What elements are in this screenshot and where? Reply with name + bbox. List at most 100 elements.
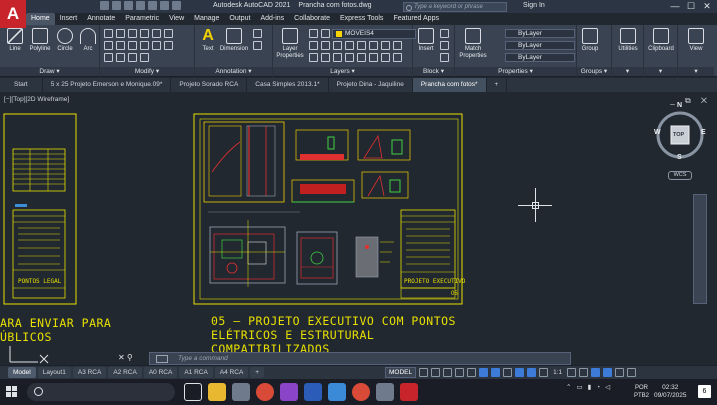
tab-output[interactable]: Output [224, 13, 255, 25]
doc-tab-sorado[interactable]: Projeto Sorado RCA [171, 78, 248, 92]
notification-center-button[interactable]: 6 [698, 385, 711, 398]
layer-freeze-icon[interactable] [321, 29, 330, 38]
tab-add-ins[interactable]: Add-ins [255, 13, 289, 25]
snap-icon[interactable] [431, 368, 441, 377]
media-icon[interactable] [280, 383, 298, 401]
tab-annotate[interactable]: Annotate [82, 13, 120, 25]
layer-unlock-icon[interactable] [309, 53, 318, 62]
layout-tab-layout1[interactable]: Layout1 [37, 367, 71, 378]
undo-icon[interactable] [160, 1, 169, 10]
save-as-icon[interactable] [136, 1, 145, 10]
minimize-button[interactable]: — [667, 0, 683, 13]
stretch-icon[interactable] [128, 41, 137, 50]
object-snap-tracking-icon[interactable] [479, 368, 489, 377]
layer-prev-icon[interactable] [357, 41, 366, 50]
viewcube-top[interactable]: TOP [673, 132, 684, 138]
print-icon[interactable] [148, 1, 157, 10]
dimension-button[interactable]: Dimension [219, 28, 249, 53]
modify-panel-label[interactable]: Modify ▾ [100, 67, 194, 76]
match-properties-button[interactable]: Match Properties [458, 28, 488, 60]
wcs-menu[interactable]: WCS [668, 171, 692, 180]
layer-on-icon[interactable] [309, 29, 318, 38]
color-dropdown[interactable]: ByLayer [505, 29, 575, 38]
plus-icon[interactable] [579, 368, 589, 377]
properties-panel-label[interactable]: Properties ▾ [455, 67, 576, 76]
line-button[interactable]: Line [4, 28, 26, 53]
layer-state-icon[interactable] [393, 41, 402, 50]
wifi-icon[interactable]: ◔ [596, 384, 600, 391]
add-layout-button[interactable]: + [250, 367, 265, 378]
file-explorer-icon[interactable] [208, 383, 226, 401]
lineweight-icon[interactable] [503, 368, 513, 377]
text-button[interactable]: A Text [197, 28, 219, 53]
block-panel-label[interactable]: Block ▾ [413, 67, 454, 76]
task-view-icon[interactable] [184, 383, 202, 401]
tab-view[interactable]: View [164, 13, 189, 25]
battery-icon[interactable]: ▮ [588, 383, 592, 391]
fillet-icon[interactable] [104, 41, 113, 50]
linetype-dropdown[interactable]: ByLayer [505, 41, 575, 50]
layer-settings-icon[interactable] [393, 53, 402, 62]
tab-home[interactable]: Home [26, 13, 55, 25]
insert-button[interactable]: Insert [415, 28, 437, 53]
draw-panel-label[interactable]: Draw ▾ [0, 67, 99, 76]
layer-match-icon[interactable] [309, 41, 318, 50]
tab-collaborate[interactable]: Collaborate [289, 13, 335, 25]
layer-merge-icon[interactable] [369, 41, 378, 50]
erase-icon[interactable] [140, 29, 149, 38]
taskbar-search-box[interactable] [27, 383, 175, 401]
layer-walk-icon[interactable] [345, 41, 354, 50]
store-icon[interactable] [232, 383, 250, 401]
break-icon[interactable] [104, 53, 113, 62]
restore-button[interactable]: ☐ [683, 0, 699, 13]
edit-block-icon[interactable] [440, 41, 449, 50]
clipboard-button[interactable]: Clipboard [646, 28, 676, 53]
copy-icon[interactable] [152, 29, 161, 38]
selection-cycling-icon[interactable] [527, 368, 537, 377]
new-doc-tab-button[interactable]: + [487, 78, 508, 92]
edit-attributes-icon[interactable] [440, 53, 449, 62]
ortho-icon[interactable] [443, 368, 453, 377]
sign-in-button[interactable]: Sign In [523, 2, 545, 9]
network-icon[interactable]: ▭ [576, 383, 582, 391]
clipboard-panel-footer[interactable]: ▾ [644, 67, 677, 76]
layer-off-icon[interactable] [333, 41, 342, 50]
open-file-icon[interactable] [112, 1, 121, 10]
chrome-2-icon[interactable] [352, 383, 370, 401]
customization-menu-icon[interactable] [627, 368, 637, 377]
circle-button[interactable]: Circle [54, 28, 76, 53]
grid-icon[interactable] [419, 368, 429, 377]
isolate-objects-icon[interactable] [591, 368, 601, 377]
scale-icon[interactable] [140, 41, 149, 50]
drawing-canvas[interactable]: [−][Top][2D Wireframe] _ ⧉ ✕ PONTOS LEGA… [0, 92, 717, 365]
workspace-gear-icon[interactable] [567, 368, 577, 377]
polyline-button[interactable]: Polyline [27, 28, 53, 53]
windows-start-button[interactable] [6, 386, 18, 398]
offset-icon[interactable] [164, 41, 173, 50]
move-icon[interactable] [104, 29, 113, 38]
tab-express-tools[interactable]: Express Tools [335, 13, 388, 25]
command-line-close-icon[interactable]: ✕ ⚲ [118, 353, 133, 362]
model-space-toggle[interactable]: MODEL [385, 367, 417, 378]
doc-tab-prancha[interactable]: Prancha com fotos* [412, 78, 487, 92]
array-icon[interactable] [152, 41, 161, 50]
word-icon[interactable] [304, 383, 322, 401]
photos-icon[interactable] [328, 383, 346, 401]
app-icon[interactable] [376, 383, 394, 401]
create-block-icon[interactable] [440, 29, 449, 38]
view-panel-footer[interactable]: ▾ [678, 67, 714, 76]
chrome-icon[interactable] [256, 383, 274, 401]
group-button[interactable]: Group [579, 28, 601, 53]
layer-copy-icon[interactable] [345, 53, 354, 62]
layer-all-icon[interactable] [381, 53, 390, 62]
annotation-scale[interactable]: 1:1 [553, 369, 562, 376]
help-search-input[interactable]: Type a keyword or phrase [403, 2, 507, 12]
layout-tab-a0[interactable]: A0 RCA [143, 367, 178, 378]
polar-icon[interactable] [455, 368, 465, 377]
multileader-icon[interactable] [253, 29, 262, 38]
layout-tab-a3[interactable]: A3 RCA [72, 367, 107, 378]
chamfer-icon[interactable] [128, 53, 137, 62]
trim-icon[interactable] [128, 29, 137, 38]
viewcube-south[interactable]: S [677, 154, 682, 161]
layer-thaw-icon[interactable] [321, 53, 330, 62]
